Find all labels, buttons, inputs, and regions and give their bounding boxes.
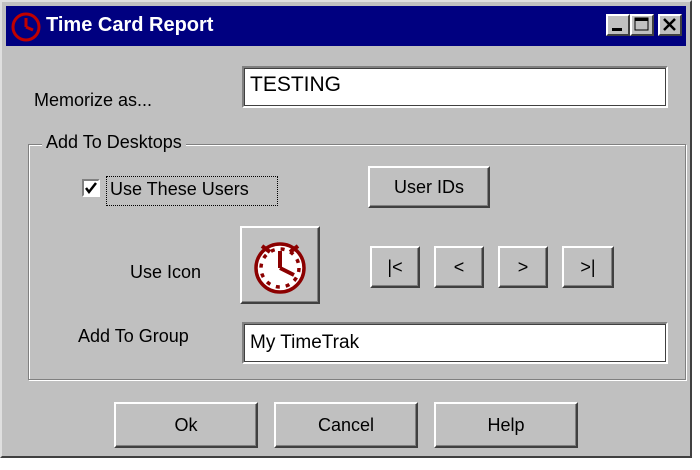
- cancel-button[interactable]: Cancel: [274, 402, 418, 448]
- use-users-checkbox[interactable]: [82, 179, 100, 197]
- memorize-input[interactable]: TESTING: [242, 66, 668, 108]
- close-button[interactable]: [658, 14, 682, 36]
- close-icon: [663, 18, 676, 31]
- nav-first-label: |<: [387, 257, 403, 277]
- maximize-button[interactable]: [630, 14, 654, 36]
- user-ids-button[interactable]: User IDs: [368, 166, 490, 208]
- nav-first-button[interactable]: |<: [370, 246, 420, 288]
- nav-prev-label: <: [453, 257, 465, 277]
- nav-next-label: >: [517, 257, 529, 277]
- nav-prev-button[interactable]: <: [434, 246, 484, 288]
- use-users-label[interactable]: Use These Users: [110, 179, 249, 200]
- ok-label: Ok: [174, 415, 198, 435]
- help-label: Help: [487, 415, 525, 435]
- memorize-value: TESTING: [250, 73, 342, 96]
- maximize-icon: [634, 17, 649, 31]
- nav-last-label: >|: [580, 257, 596, 277]
- add-to-desktops-title: Add To Desktops: [42, 132, 186, 153]
- clock-icon: [254, 242, 306, 294]
- dialog-window: Time Card Report Memorize as... TESTING …: [0, 0, 692, 458]
- minimize-button[interactable]: [606, 14, 630, 36]
- nav-next-button[interactable]: >: [498, 246, 548, 288]
- title-bar[interactable]: Time Card Report: [6, 6, 686, 46]
- window-title: Time Card Report: [46, 14, 214, 36]
- nav-last-button[interactable]: >|: [562, 246, 614, 288]
- help-button[interactable]: Help: [434, 402, 578, 448]
- add-group-value: My TimeTrak: [250, 332, 360, 353]
- check-icon: [85, 182, 97, 195]
- ok-button[interactable]: Ok: [114, 402, 258, 448]
- clock-icon: [11, 12, 41, 42]
- add-group-label: Add To Group: [78, 326, 189, 346]
- memorize-label: Memorize as...: [34, 90, 153, 110]
- add-group-input[interactable]: My TimeTrak: [242, 322, 668, 364]
- user-ids-label: User IDs: [393, 177, 464, 197]
- cancel-label: Cancel: [317, 415, 375, 435]
- use-icon-label: Use Icon: [130, 262, 202, 282]
- minimize-icon: [612, 28, 622, 31]
- icon-preview-button[interactable]: [240, 226, 320, 304]
